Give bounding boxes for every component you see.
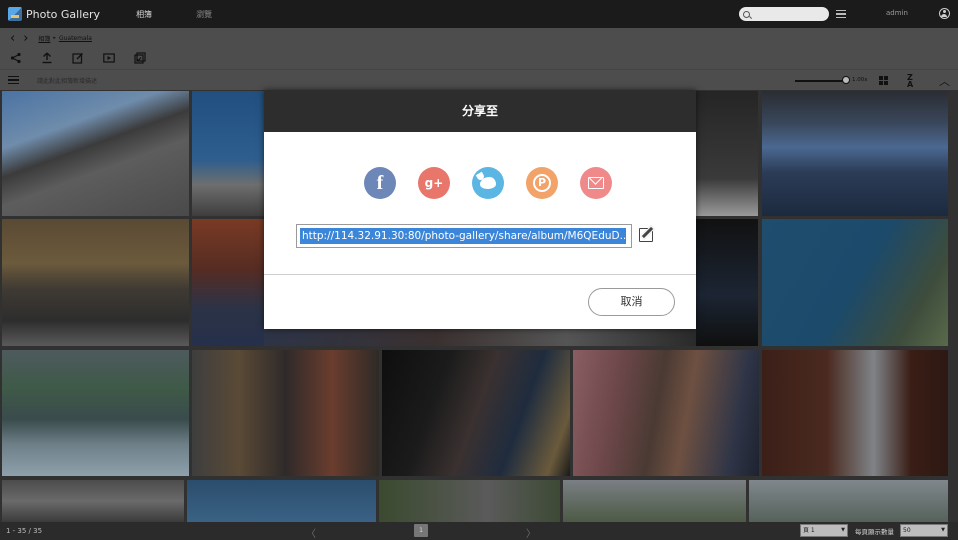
grid-view-icon[interactable] — [879, 76, 888, 85]
select-all-icon[interactable] — [134, 52, 146, 64]
photo-thumbnail[interactable] — [749, 480, 948, 522]
per-page-label: 每頁顯示數量 — [855, 528, 894, 536]
photo-thumbnail[interactable] — [2, 91, 189, 216]
album-info-bar: 請此對此相簿新增描述 1.00x ZA ︿ — [0, 69, 958, 90]
photo-thumbnail[interactable] — [192, 350, 379, 476]
filter-list-icon[interactable] — [836, 10, 846, 18]
current-page-button[interactable]: 1 — [414, 524, 428, 537]
email-icon[interactable] — [580, 167, 612, 199]
google-plus-icon[interactable]: g+ — [418, 167, 450, 199]
photo-thumbnail[interactable] — [264, 329, 696, 346]
share-dialog-title: 分享至 — [264, 90, 696, 132]
search-icon — [743, 10, 750, 18]
share-link-text[interactable]: http://114.32.91.30:80/photo-gallery/sha… — [300, 228, 626, 244]
pagination-bar: 1 - 35 / 35 〈 1 〉 頁 1 每頁顯示數量 50 — [0, 522, 958, 540]
sort-az-icon[interactable]: ZA — [907, 74, 913, 89]
plurk-icon[interactable]: P — [526, 167, 558, 199]
photo-gallery-icon — [8, 7, 22, 21]
photo-thumbnail[interactable] — [762, 219, 948, 346]
photo-thumbnail[interactable] — [2, 219, 189, 346]
app-title: Photo Gallery — [26, 7, 101, 21]
menu-icon[interactable] — [8, 75, 19, 85]
photo-thumbnail[interactable] — [762, 91, 948, 216]
share-link-field[interactable]: http://114.32.91.30:80/photo-gallery/sha… — [296, 224, 632, 248]
collapse-icon[interactable]: ︿ — [939, 73, 950, 89]
tab-browse[interactable]: 瀏覽 — [196, 9, 212, 20]
photo-thumbnail[interactable] — [2, 350, 189, 476]
toolbar-area: ‹ › 相簿 ▸ Guatemala 請此對此相簿新增描述 1.00x Z A … — [0, 28, 958, 90]
app-logo[interactable]: Photo Gallery — [8, 7, 100, 21]
upload-icon[interactable] — [41, 52, 53, 64]
share-icon[interactable] — [10, 52, 22, 64]
share-services: f g+ P — [364, 167, 634, 199]
cancel-button[interactable]: 取消 — [588, 288, 675, 316]
twitter-bird-icon — [480, 177, 496, 189]
facebook-icon[interactable]: f — [364, 167, 396, 199]
envelope-icon — [588, 177, 604, 189]
breadcrumb-current[interactable]: Guatemala — [59, 35, 92, 42]
google-plus-glyph: g+ — [424, 176, 444, 190]
next-page-icon[interactable]: 〉 — [526, 525, 536, 540]
photo-thumbnail[interactable] — [379, 480, 560, 522]
tab-albums[interactable]: 相簿 — [136, 9, 152, 20]
photo-thumbnail[interactable] — [563, 480, 746, 522]
photo-thumbnail[interactable] — [382, 350, 570, 476]
zoom-slider-handle[interactable] — [842, 76, 850, 84]
dialog-divider — [264, 274, 696, 275]
breadcrumb-root[interactable]: 相簿 — [38, 34, 50, 43]
user-name[interactable]: admin — [886, 9, 908, 17]
action-toolbar — [0, 48, 146, 68]
slideshow-icon[interactable] — [103, 52, 115, 64]
photo-thumbnail[interactable] — [187, 480, 376, 522]
zoom-slider[interactable] — [795, 80, 847, 82]
photo-thumbnail[interactable] — [762, 350, 948, 476]
share-dialog: 分享至 f g+ P http://114.32.91.30:80/photo-… — [264, 90, 696, 329]
edit-link-icon[interactable] — [639, 228, 653, 242]
twitter-icon[interactable] — [472, 167, 504, 199]
per-page-select[interactable]: 50 — [900, 524, 948, 537]
edit-icon[interactable] — [72, 52, 84, 64]
search-input[interactable] — [739, 7, 829, 21]
photo-thumbnail[interactable] — [696, 219, 758, 346]
facebook-glyph: f — [376, 172, 384, 194]
prev-page-icon[interactable]: 〈 — [306, 525, 316, 540]
item-count: 1 - 35 / 35 — [6, 527, 43, 535]
photo-thumbnail[interactable] — [192, 219, 264, 346]
photo-thumbnail[interactable] — [696, 91, 758, 216]
forward-icon[interactable]: › — [23, 32, 28, 45]
user-account-icon[interactable] — [939, 8, 950, 19]
breadcrumb-separator: ▸ — [53, 35, 56, 41]
photo-thumbnail[interactable] — [2, 480, 184, 522]
photo-thumbnail[interactable] — [573, 350, 759, 476]
zoom-level: 1.00x — [852, 77, 868, 83]
album-description-input[interactable]: 請此對此相簿新增描述 — [37, 76, 97, 85]
back-icon[interactable]: ‹ — [10, 32, 15, 45]
photo-thumbnail[interactable] — [192, 91, 264, 216]
plurk-glyph: P — [533, 174, 551, 192]
page-select[interactable]: 頁 1 — [800, 524, 848, 537]
breadcrumb: ‹ › 相簿 ▸ Guatemala — [0, 28, 92, 48]
top-bar: Photo Gallery 相簿 瀏覽 admin — [0, 0, 958, 28]
